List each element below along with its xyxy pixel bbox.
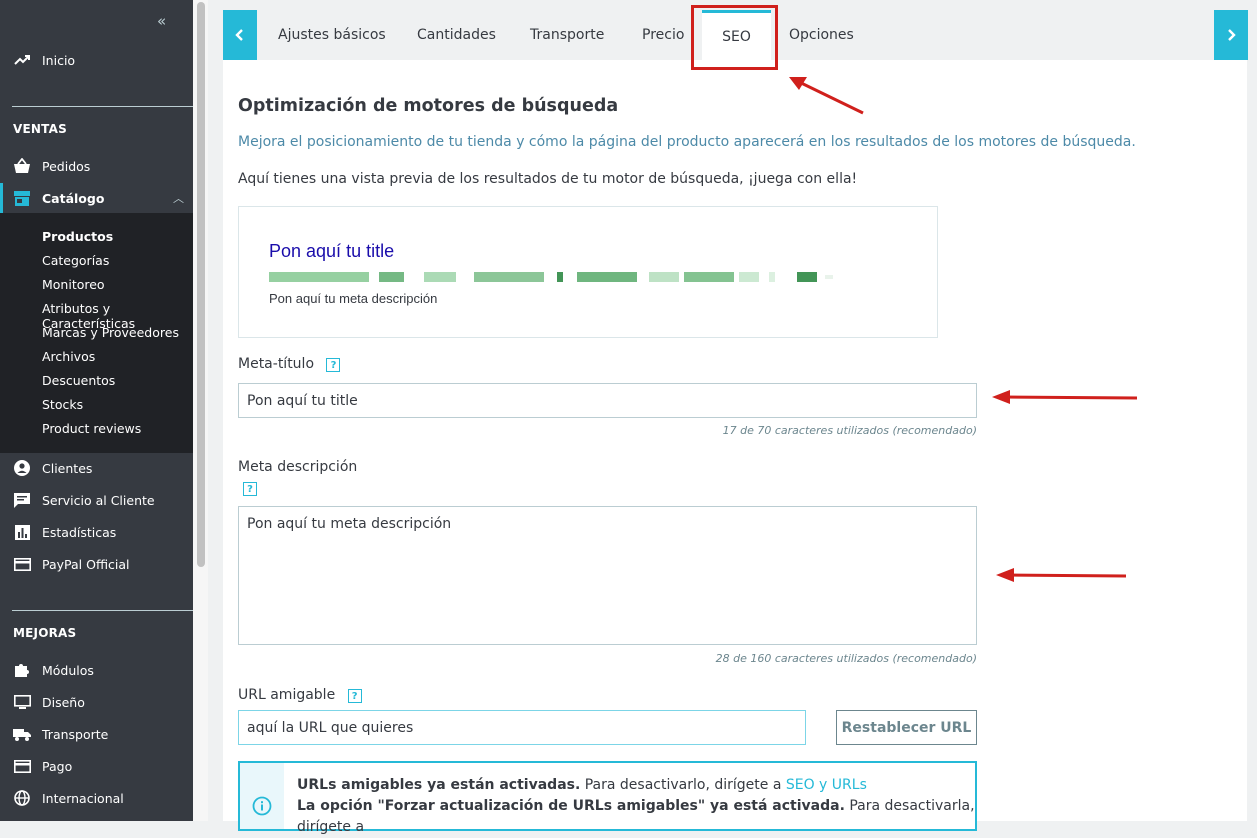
meta-description-counter: 28 de 160 caracteres utilizados (recomen… [715, 652, 977, 665]
sidebar-item-internacional[interactable]: Internacional [0, 783, 193, 813]
reset-url-button[interactable]: Restablecer URL [836, 710, 977, 745]
seo-panel: Optimización de motores de búsqueda Mejo… [223, 60, 1247, 835]
sidebar-item-label: Transporte [42, 726, 109, 742]
sidebar-item-diseno[interactable]: Diseño [0, 687, 193, 717]
annotation-arrow-icon [992, 390, 1138, 404]
globe-icon [13, 789, 31, 807]
alert-line-2: La opción "Forzar actualización de URLs … [297, 796, 977, 838]
sidebar-item-estadisticas[interactable]: Estadísticas [0, 517, 193, 547]
submenu-item-archivos[interactable]: Archivos [42, 349, 95, 364]
submenu-item-categorias[interactable]: Categorías [42, 253, 109, 268]
serp-preview-description: Pon aquí tu meta descripción [269, 291, 438, 306]
seo-intro-text: Mejora el posicionamiento de tu tienda y… [238, 134, 1136, 150]
sidebar-item-label: Inicio [42, 52, 76, 68]
sidebar-item-label: Clientes [42, 460, 93, 476]
card-icon [13, 757, 31, 775]
help-icon[interactable]: ? [347, 689, 362, 703]
info-icon [252, 796, 272, 816]
tab-precio[interactable]: Precio [642, 10, 684, 60]
serp-preview-title: Pon aquí tu title [269, 241, 395, 261]
serp-preview: Pon aquí tu title Pon aquí tu meta descr… [238, 206, 938, 338]
scrollbar-thumb[interactable] [197, 2, 205, 567]
annotation-arrow-icon [996, 568, 1127, 582]
sidebar-item-label: Diseño [42, 694, 85, 710]
preview-intro-text: Aquí tienes una vista previa de los resu… [238, 171, 858, 187]
sidebar: « Inicio VENTAS Pedidos Catálogo ︿ Produ… [0, 0, 193, 821]
sidebar-item-label: Pago [42, 758, 73, 774]
sidebar-item-inicio[interactable]: Inicio [0, 45, 193, 75]
meta-description-value: Pon aquí tu meta descripción [247, 516, 452, 532]
truck-icon [13, 725, 31, 743]
friendly-url-value: aquí la URL que quieres [247, 719, 414, 736]
meta-title-label-text: Meta-título [238, 356, 315, 372]
meta-description-label: Meta descripción [238, 459, 358, 475]
alert-line-2-bold: La opción "Forzar actualización de URLs … [297, 798, 845, 814]
alert-line-1-bold: URLs amigables ya están activadas. [297, 777, 581, 793]
store-icon [13, 189, 31, 207]
sidebar-item-label: PayPal Official [42, 556, 130, 572]
section-title-ventas: VENTAS [13, 122, 67, 136]
monitor-icon [13, 693, 31, 711]
alert-line-1-text: Para desactivarlo, dirígete a [580, 777, 786, 793]
help-icon[interactable]: ? [326, 358, 341, 372]
meta-title-label: Meta-título ? [238, 356, 341, 372]
collapse-sidebar-icon[interactable]: « [157, 12, 166, 30]
sidebar-divider [12, 106, 193, 107]
alert-icon-column [240, 763, 284, 829]
submenu-item-marcas[interactable]: Marcas y Proveedores [42, 325, 179, 340]
meta-title-input-value: Pon aquí tu title [247, 392, 358, 409]
sidebar-item-paypal[interactable]: PayPal Official [0, 549, 193, 579]
sidebar-item-modulos[interactable]: Módulos [0, 655, 193, 685]
alert-message: URLs amigables ya están activadas. Para … [297, 775, 977, 838]
chat-icon [13, 491, 31, 509]
sidebar-item-label: Servicio al Cliente [42, 492, 155, 508]
tabs-prev-button[interactable] [223, 10, 257, 60]
chevron-up-icon: ︿ [173, 192, 184, 205]
friendly-url-input[interactable]: aquí la URL que quieres [238, 710, 806, 745]
submenu-item-productos[interactable]: Productos [42, 229, 113, 244]
chevron-right-icon [1228, 29, 1236, 41]
tab-transporte[interactable]: Transporte [530, 10, 604, 60]
sidebar-divider [12, 610, 193, 611]
sidebar-item-clientes[interactable]: Clientes [0, 453, 193, 483]
seo-urls-link[interactable]: SEO y URLs [786, 777, 867, 793]
sidebar-item-catalogo[interactable]: Catálogo ︿ [0, 183, 193, 213]
stats-icon [13, 523, 31, 541]
puzzle-icon [13, 661, 31, 679]
help-icon[interactable]: ? [243, 482, 257, 496]
sidebar-item-label: Pedidos [42, 158, 91, 174]
submenu-item-product-reviews[interactable]: Product reviews [42, 421, 141, 436]
sidebar-item-label: Módulos [42, 662, 94, 678]
annotation-arrow-icon [789, 77, 864, 115]
meta-title-input[interactable]: Pon aquí tu title [238, 383, 977, 418]
sidebar-item-transporte[interactable]: Transporte [0, 719, 193, 749]
meta-title-counter: 17 de 70 caracteres utilizados (recomend… [722, 424, 977, 437]
tabs-next-button[interactable] [1214, 10, 1248, 60]
alert-line-1: URLs amigables ya están activadas. Para … [297, 775, 977, 796]
submenu-item-stocks[interactable]: Stocks [42, 397, 83, 412]
chevron-left-icon [235, 29, 243, 41]
sidebar-item-label: Internacional [42, 790, 124, 806]
sidebar-item-pedidos[interactable]: Pedidos [0, 151, 193, 181]
trending-up-icon [13, 51, 31, 69]
card-icon [13, 555, 31, 573]
tab-ajustes-basicos[interactable]: Ajustes básicos [278, 10, 386, 60]
serp-preview-url-blurred [269, 269, 834, 283]
user-icon [13, 459, 31, 477]
sidebar-item-pago[interactable]: Pago [0, 751, 193, 781]
tab-cantidades[interactable]: Cantidades [417, 10, 496, 60]
sidebar-item-label: Catálogo [42, 190, 105, 206]
url-label-text: URL amigable [238, 687, 336, 703]
basket-icon [13, 157, 31, 175]
sidebar-item-label: Estadísticas [42, 524, 117, 540]
page-title: Optimización de motores de búsqueda [238, 96, 619, 116]
url-label: URL amigable ? [238, 687, 362, 703]
tab-opciones[interactable]: Opciones [789, 10, 854, 60]
section-title-mejoras: MEJORAS [13, 626, 77, 640]
meta-description-textarea[interactable]: Pon aquí tu meta descripción [238, 506, 977, 645]
submenu-item-monitoreo[interactable]: Monitoreo [42, 277, 105, 292]
sidebar-item-servicio-cliente[interactable]: Servicio al Cliente [0, 485, 193, 515]
annotation-highlight-box [691, 5, 778, 70]
submenu-item-descuentos[interactable]: Descuentos [42, 373, 115, 388]
